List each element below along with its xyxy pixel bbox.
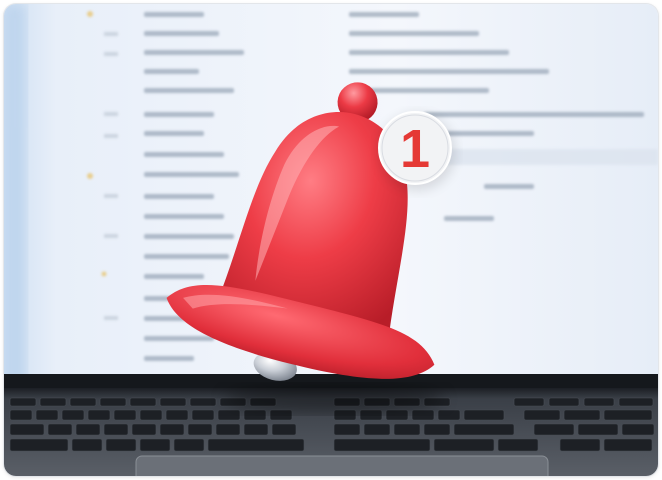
notification-photo: 1 [4,4,658,476]
badge-count: 1 [400,119,430,179]
trackpad [135,455,549,476]
photo-frame: 1 [4,4,658,476]
